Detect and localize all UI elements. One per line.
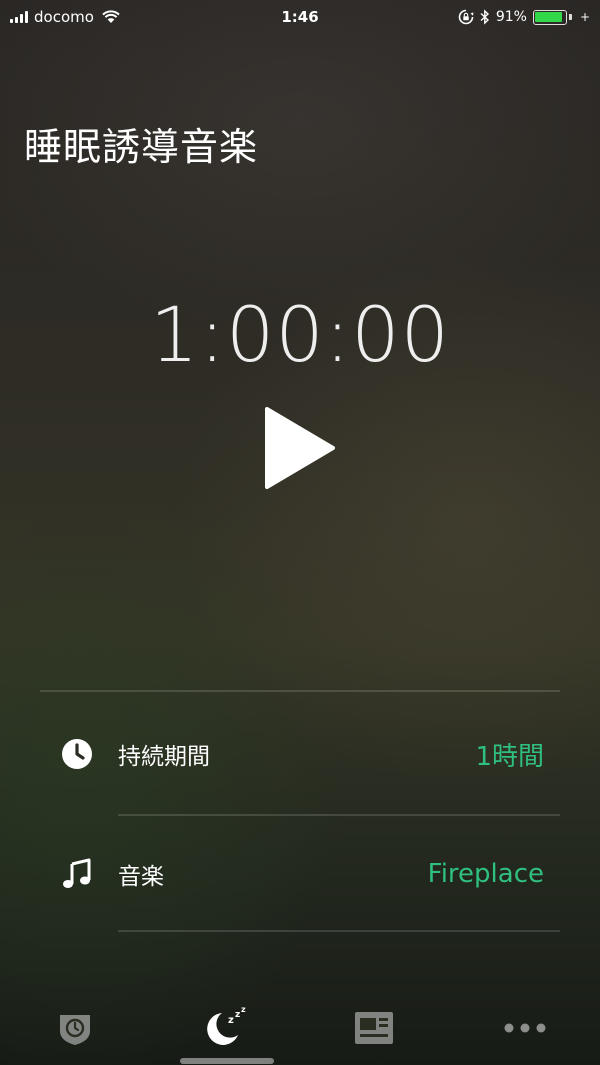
- status-right: 91% +: [458, 7, 590, 27]
- divider-middle: [118, 814, 560, 816]
- svg-text:z: z: [228, 1015, 234, 1026]
- timer-display: 1:00:00: [150, 290, 450, 379]
- timer-shield-icon: [60, 1015, 90, 1045]
- svg-text:z: z: [241, 1005, 246, 1014]
- photo-frame-icon: [355, 1012, 393, 1044]
- sleep-moon-icon: z z z: [207, 1005, 246, 1045]
- tab-sleep[interactable]: z z z: [195, 998, 255, 1058]
- play-button[interactable]: [250, 398, 350, 498]
- setting-label-music: 音楽: [118, 864, 164, 890]
- setting-label-duration: 持続期間: [118, 744, 210, 770]
- battery-percent: 91%: [495, 9, 527, 25]
- home-indicator: [180, 1058, 274, 1064]
- divider-top: [40, 690, 560, 692]
- clock-icon: [60, 737, 94, 771]
- more-dots-icon: [504, 1023, 546, 1033]
- tab-bar: z z z: [0, 990, 600, 1065]
- setting-value-duration: 1時間: [475, 741, 544, 772]
- svg-text:z: z: [235, 1010, 240, 1020]
- charging-icon: +: [579, 10, 590, 24]
- status-bar: docomo 1:46 91% +: [0, 0, 600, 36]
- battery-tip: [568, 14, 572, 20]
- battery-fill: [535, 12, 562, 22]
- music-note-icon: [60, 857, 94, 891]
- setting-value-music: Fireplace: [427, 859, 544, 889]
- setting-row-music[interactable]: 音楽 Fireplace: [40, 818, 560, 930]
- bluetooth-icon: [480, 9, 489, 25]
- play-icon: [265, 407, 335, 489]
- rotation-lock-icon: [458, 9, 474, 25]
- tab-timer[interactable]: [45, 998, 105, 1058]
- setting-row-duration[interactable]: 持続期間 1時間: [40, 698, 560, 810]
- tab-photo[interactable]: [344, 998, 404, 1058]
- battery-icon: [532, 9, 567, 25]
- divider-bottom: [118, 930, 560, 932]
- tab-more[interactable]: [495, 998, 555, 1058]
- page-title: 睡眠誘導音楽: [24, 125, 259, 169]
